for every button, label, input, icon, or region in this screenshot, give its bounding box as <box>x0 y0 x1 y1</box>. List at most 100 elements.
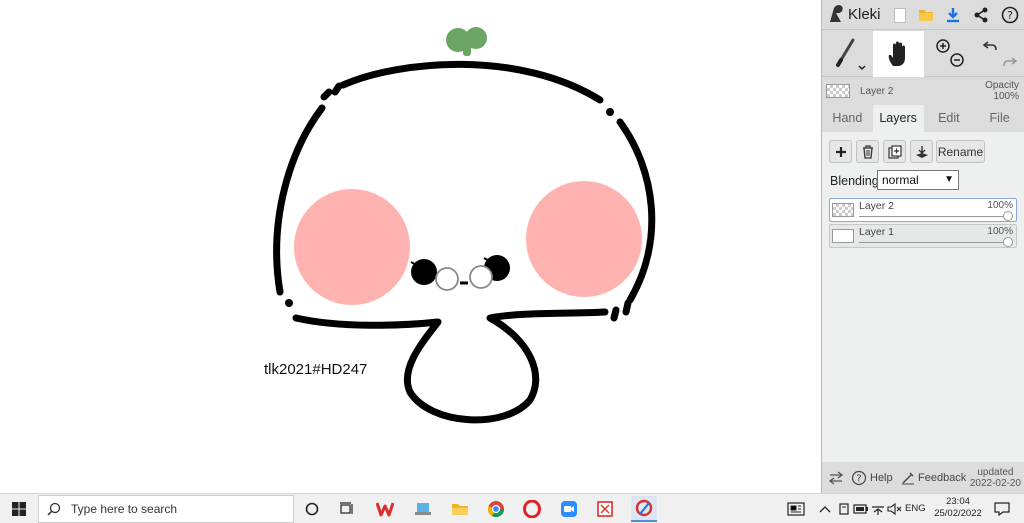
layer-opacity: 100% <box>987 226 1013 237</box>
zoom-app-icon[interactable] <box>559 499 579 519</box>
wps-office-icon[interactable] <box>375 499 395 519</box>
panel-footer: ? Help Feedback updated 2022-02-20 <box>822 465 1024 493</box>
updated-info[interactable]: updated 2022-02-20 <box>970 467 1021 489</box>
right-cheek <box>526 181 642 297</box>
chrome-icon[interactable] <box>486 499 506 519</box>
blending-label: Blending <box>830 174 879 188</box>
zoom-controls <box>926 31 974 77</box>
trash-icon <box>862 144 873 159</box>
opera-icon[interactable] <box>522 499 542 519</box>
blending-select[interactable]: normal ▼ <box>877 170 959 190</box>
layer-opacity-track <box>859 242 1006 243</box>
language-indicator[interactable]: ENG <box>905 503 926 514</box>
drawing-canvas[interactable]: tlk2021#HD247 <box>0 0 821 493</box>
layer-name: Layer 1 <box>859 226 895 238</box>
kleki-logo-icon <box>830 5 843 22</box>
current-layer-name: Layer 2 <box>860 86 894 97</box>
layer-opacity: 100% <box>987 200 1013 211</box>
opacity-label: Opacity <box>985 80 1019 91</box>
taskbar-search-input[interactable]: Type here to search <box>38 495 294 523</box>
duplicate-layer-button[interactable] <box>883 140 906 163</box>
kleki-browser-taskbar-item[interactable] <box>631 496 657 522</box>
layer-opacity-slider[interactable] <box>1003 211 1013 221</box>
clock[interactable]: 23:04 25/02/2022 <box>932 496 984 520</box>
layer-thumbnail <box>832 229 854 243</box>
kleki-logo[interactable]: Kleki <box>828 4 881 24</box>
brush-tool-button[interactable] <box>822 31 872 77</box>
feedback-icon <box>902 472 914 485</box>
delete-layer-button[interactable] <box>856 140 879 163</box>
layer-opacity-slider[interactable] <box>1003 237 1013 247</box>
help-label: Help <box>870 472 893 484</box>
news-widget-icon[interactable] <box>786 499 806 519</box>
layer-thumbnail <box>832 203 854 217</box>
undo-icon[interactable] <box>982 41 997 51</box>
merge-down-icon <box>915 145 928 158</box>
canvas-drawing <box>273 27 656 424</box>
opacity-display: Opacity 100% <box>985 80 1019 102</box>
tab-edit[interactable]: Edit <box>924 105 975 132</box>
tool-panel: Kleki ? Layer 2 Opacity 100% Hand Layers… <box>821 0 1024 493</box>
canvas-watermark-text: tlk2021#HD247 <box>264 361 368 378</box>
kleki-app: tlk2021#HD247 Kleki ? Layer 2 Opacity 10… <box>0 0 1024 493</box>
left-cheek <box>294 189 410 305</box>
glasses <box>435 265 493 291</box>
chevron-down-icon: ▼ <box>944 174 954 185</box>
help-button[interactable]: ? Help <box>851 470 893 486</box>
layers-tab-content: Rename Blending normal ▼ Layer 2 100% La… <box>822 132 1024 462</box>
notifications-icon[interactable] <box>992 499 1012 519</box>
layer-row-layer-1[interactable]: Layer 1 100% <box>829 224 1017 248</box>
zoom-out-icon[interactable] <box>950 53 964 67</box>
share-icon[interactable] <box>971 5 991 25</box>
left-eye <box>411 259 437 285</box>
current-layer-info: Layer 2 Opacity 100% <box>822 78 1024 104</box>
duplicate-icon <box>887 144 902 159</box>
file-explorer-icon[interactable] <box>450 499 470 519</box>
panel-header: Kleki ? <box>822 0 1024 30</box>
hand-icon <box>888 41 905 66</box>
cortana-icon[interactable] <box>302 499 322 519</box>
opacity-value: 100% <box>993 91 1019 102</box>
clock-time: 23:04 <box>946 496 970 507</box>
help-icon[interactable]: ? <box>1000 5 1020 25</box>
tab-file[interactable]: File <box>974 105 1024 132</box>
app-name: Kleki <box>848 5 881 23</box>
blending-value: normal <box>882 173 919 187</box>
merge-down-button[interactable] <box>910 140 933 163</box>
clock-date: 25/02/2022 <box>934 508 982 519</box>
updated-label: updated <box>977 467 1014 478</box>
help-circle-icon: ? <box>851 470 867 486</box>
hand-tool-button[interactable] <box>873 31 924 77</box>
tool-row <box>822 31 1024 77</box>
feedback-label: Feedback <box>918 472 967 484</box>
undo-redo-controls <box>976 31 1024 77</box>
updated-date: 2022-02-20 <box>969 478 1021 489</box>
laptop-app-icon[interactable] <box>413 499 433 519</box>
zoom-in-icon[interactable] <box>936 39 950 53</box>
panel-tabs: Hand Layers Edit File <box>822 105 1024 132</box>
swap-sides-icon[interactable] <box>828 471 844 488</box>
add-layer-button[interactable] <box>829 140 852 163</box>
task-view-icon[interactable] <box>337 499 357 519</box>
plus-icon <box>835 146 846 157</box>
tab-layers[interactable]: Layers <box>872 105 924 132</box>
windows-start-icon[interactable] <box>9 499 29 519</box>
new-image-icon[interactable] <box>890 5 910 25</box>
layer-opacity-track <box>859 216 1006 217</box>
svg-text:?: ? <box>1007 9 1013 22</box>
search-icon <box>47 502 61 516</box>
rename-layer-button[interactable]: Rename <box>936 140 985 163</box>
show-hidden-icons-icon[interactable] <box>815 499 835 519</box>
download-icon[interactable] <box>943 5 963 25</box>
feedback-button[interactable]: Feedback <box>901 471 966 485</box>
paint-app-icon <box>635 499 653 517</box>
volume-muted-icon[interactable] <box>885 499 905 519</box>
open-folder-icon[interactable] <box>916 5 936 25</box>
layer-name: Layer 2 <box>859 200 895 212</box>
layer-row-layer-2[interactable]: Layer 2 100% <box>829 198 1017 222</box>
redo-icon[interactable] <box>1003 57 1018 67</box>
tab-hand[interactable]: Hand <box>822 105 873 132</box>
snipping-tool-icon[interactable] <box>595 499 615 519</box>
leaf-sprout <box>446 27 487 56</box>
current-layer-thumbnail <box>826 84 850 98</box>
